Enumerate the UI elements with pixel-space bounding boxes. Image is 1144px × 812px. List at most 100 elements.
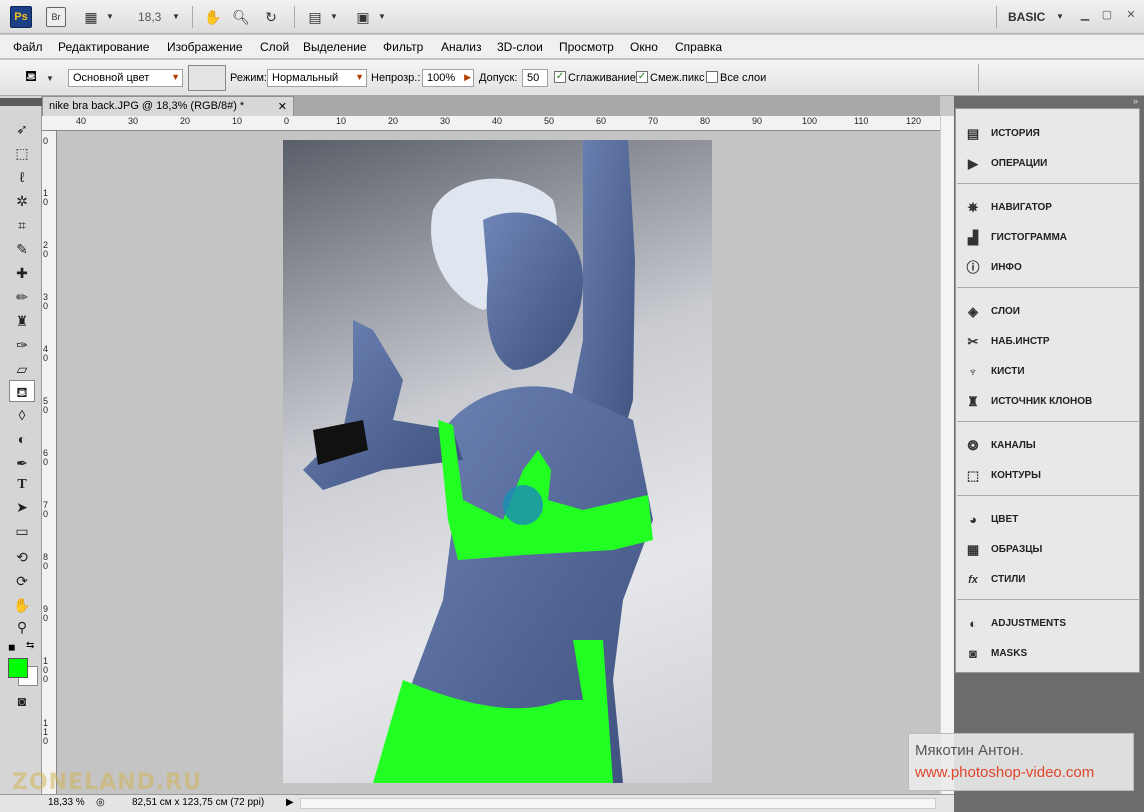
healing-brush-tool-icon[interactable]: ✚: [9, 262, 35, 284]
maximize-icon[interactable]: ▢: [1100, 8, 1114, 22]
menu-view[interactable]: Просмотр: [559, 40, 614, 54]
magic-wand-tool-icon[interactable]: ✲: [9, 190, 35, 212]
hand-icon[interactable]: ✋: [204, 8, 222, 26]
close-icon[interactable]: ✕: [1124, 8, 1138, 22]
antialias-checkbox[interactable]: ✓: [554, 71, 566, 83]
panel-paths[interactable]: ⬚ КОНТУРЫ: [964, 465, 1134, 487]
menu-edit[interactable]: Редактирование: [58, 40, 149, 54]
paint-bucket-icon[interactable]: ⛾: [20, 68, 42, 88]
hand-tool-icon[interactable]: ✋: [9, 594, 35, 616]
panel-layers[interactable]: ◈ СЛОИ: [964, 301, 1134, 323]
swap-colors-icon[interactable]: ⇆: [26, 640, 34, 651]
rotate-view-icon[interactable]: ↻: [262, 8, 280, 26]
ruler-tick-label: 5 0: [43, 396, 49, 415]
chevron-down-icon[interactable]: ▼: [378, 12, 386, 21]
actions-icon: ▶: [968, 156, 978, 171]
panel-swatches[interactable]: ▦ ОБРАЗЦЫ: [964, 539, 1134, 561]
rectangle-tool-icon[interactable]: ▭: [9, 520, 35, 542]
panel-navigator[interactable]: ✵ НАВИГАТОР: [964, 197, 1134, 219]
panel-channels[interactable]: ❂ КАНАЛЫ: [964, 435, 1134, 457]
photo-image[interactable]: [283, 140, 712, 783]
menu-file[interactable]: Файл: [13, 40, 43, 54]
zoom-tool-icon[interactable]: ⚲: [9, 616, 35, 638]
horizontal-scrollbar[interactable]: [300, 798, 936, 809]
collapse-panels-icon[interactable]: »: [1133, 96, 1138, 106]
eyedropper-tool-icon[interactable]: ✎: [9, 238, 35, 260]
menu-image[interactable]: Изображение: [167, 40, 243, 54]
pattern-picker[interactable]: [188, 65, 226, 91]
menu-analysis[interactable]: Анализ: [441, 40, 482, 54]
status-menu-icon[interactable]: ◎: [96, 797, 105, 808]
eraser-tool-icon[interactable]: ▱: [9, 358, 35, 380]
panel-label: ОБРАЗЦЫ: [991, 544, 1043, 555]
menu-window[interactable]: Окно: [630, 40, 658, 54]
3d-rotate-tool-icon[interactable]: ⟲: [9, 546, 35, 568]
ruler-tick-label: 30: [128, 116, 139, 126]
menu-help[interactable]: Справка: [675, 40, 722, 54]
panel-color[interactable]: ◕ ЦВЕТ: [964, 509, 1134, 531]
contiguous-checkbox[interactable]: ✓: [636, 71, 648, 83]
document-tab[interactable]: nike bra back.JPG @ 18,3% (RGB/8#) * ✕: [42, 96, 294, 116]
panel-actions[interactable]: ▶ ОПЕРАЦИИ: [964, 153, 1134, 175]
default-colors-icon[interactable]: ◼: [8, 642, 15, 653]
panel-adjustments[interactable]: ◐ ADJUSTMENTS: [964, 613, 1134, 635]
dodge-tool-icon[interactable]: ◐: [9, 428, 35, 450]
zoom-level-value[interactable]: 18,3: [138, 10, 161, 24]
panel-info[interactable]: ⓘ ИНФО: [964, 257, 1134, 279]
marquee-tool-icon[interactable]: ⬚: [9, 142, 35, 164]
type-tool-icon[interactable]: T: [9, 474, 35, 496]
screen-mode-icon[interactable]: ▣: [354, 8, 372, 26]
ruler-tick-label: 7 0: [43, 500, 49, 519]
zoom-status[interactable]: 18,33 %: [48, 797, 85, 808]
chevron-down-icon[interactable]: ▼: [330, 12, 338, 21]
pen-tool-icon[interactable]: ✒: [9, 452, 35, 474]
chevron-down-icon[interactable]: ▼: [172, 12, 180, 21]
panel-histogram[interactable]: ▟ ГИСТОГРАММА: [964, 227, 1134, 249]
close-icon[interactable]: ✕: [278, 100, 287, 113]
workspace-switcher[interactable]: BASIC: [1008, 10, 1045, 24]
quick-mask-icon[interactable]: ◙: [9, 690, 35, 712]
menu-filter[interactable]: Фильтр: [383, 40, 423, 54]
panel-label: КОНТУРЫ: [991, 470, 1041, 481]
panel-clone-source[interactable]: ♜ ИСТОЧНИК КЛОНОВ: [964, 391, 1134, 413]
vertical-scrollbar[interactable]: [940, 116, 954, 794]
document-canvas[interactable]: [57, 131, 940, 794]
ruler-tick-label: 120: [906, 116, 922, 126]
panel-styles[interactable]: fx СТИЛИ: [964, 569, 1134, 591]
3d-orbit-tool-icon[interactable]: ⟳: [9, 570, 35, 592]
all-layers-checkbox[interactable]: [706, 71, 718, 83]
menu-select[interactable]: Выделение: [303, 40, 367, 54]
panel-tool-presets[interactable]: ✂ НАБ.ИНСТР: [964, 331, 1134, 353]
mode-select[interactable]: Нормальный ▼: [267, 69, 367, 87]
path-selection-tool-icon[interactable]: ➤: [9, 496, 35, 518]
opacity-input[interactable]: 100% ▶: [422, 69, 474, 87]
brush-tool-icon[interactable]: ✏: [9, 286, 35, 308]
minimize-icon[interactable]: ▁: [1078, 8, 1092, 22]
panel-brushes[interactable]: ♆ КИСТИ: [964, 361, 1134, 383]
foreground-color-swatch[interactable]: [8, 658, 28, 678]
fill-source-select[interactable]: Основной цвет ▼: [68, 69, 183, 87]
chevron-right-icon: ▶: [464, 72, 471, 82]
toolbox-header[interactable]: [0, 98, 42, 106]
status-arrow-icon[interactable]: ▶: [286, 797, 294, 808]
tolerance-input[interactable]: 50: [522, 69, 548, 87]
bridge-button[interactable]: Br: [46, 7, 66, 27]
menu-3d[interactable]: 3D-слои: [497, 40, 543, 54]
left-arm-shape: [303, 320, 463, 490]
paint-bucket-tool-icon[interactable]: ⛾: [9, 380, 35, 402]
panel-masks[interactable]: ◙ MASKS: [964, 643, 1134, 665]
clone-stamp-tool-icon[interactable]: ♜: [9, 310, 35, 332]
panel-history[interactable]: ▤ ИСТОРИЯ: [964, 123, 1134, 145]
chevron-down-icon[interactable]: ▼: [1056, 12, 1064, 21]
crop-tool-icon[interactable]: ⌗: [9, 214, 35, 236]
chevron-down-icon[interactable]: ▼: [46, 74, 54, 83]
zoom-icon[interactable]: 🔍︎: [232, 8, 250, 26]
arrange-documents-icon[interactable]: ▤: [306, 8, 324, 26]
blur-tool-icon[interactable]: ◊: [9, 404, 35, 426]
film-icon[interactable]: ▦: [82, 8, 100, 26]
chevron-down-icon[interactable]: ▼: [106, 12, 114, 21]
history-brush-tool-icon[interactable]: ✑: [9, 334, 35, 356]
lasso-tool-icon[interactable]: ℓ: [9, 166, 35, 188]
move-tool-icon[interactable]: ➶: [9, 118, 35, 140]
menu-layer[interactable]: Слой: [260, 40, 289, 54]
